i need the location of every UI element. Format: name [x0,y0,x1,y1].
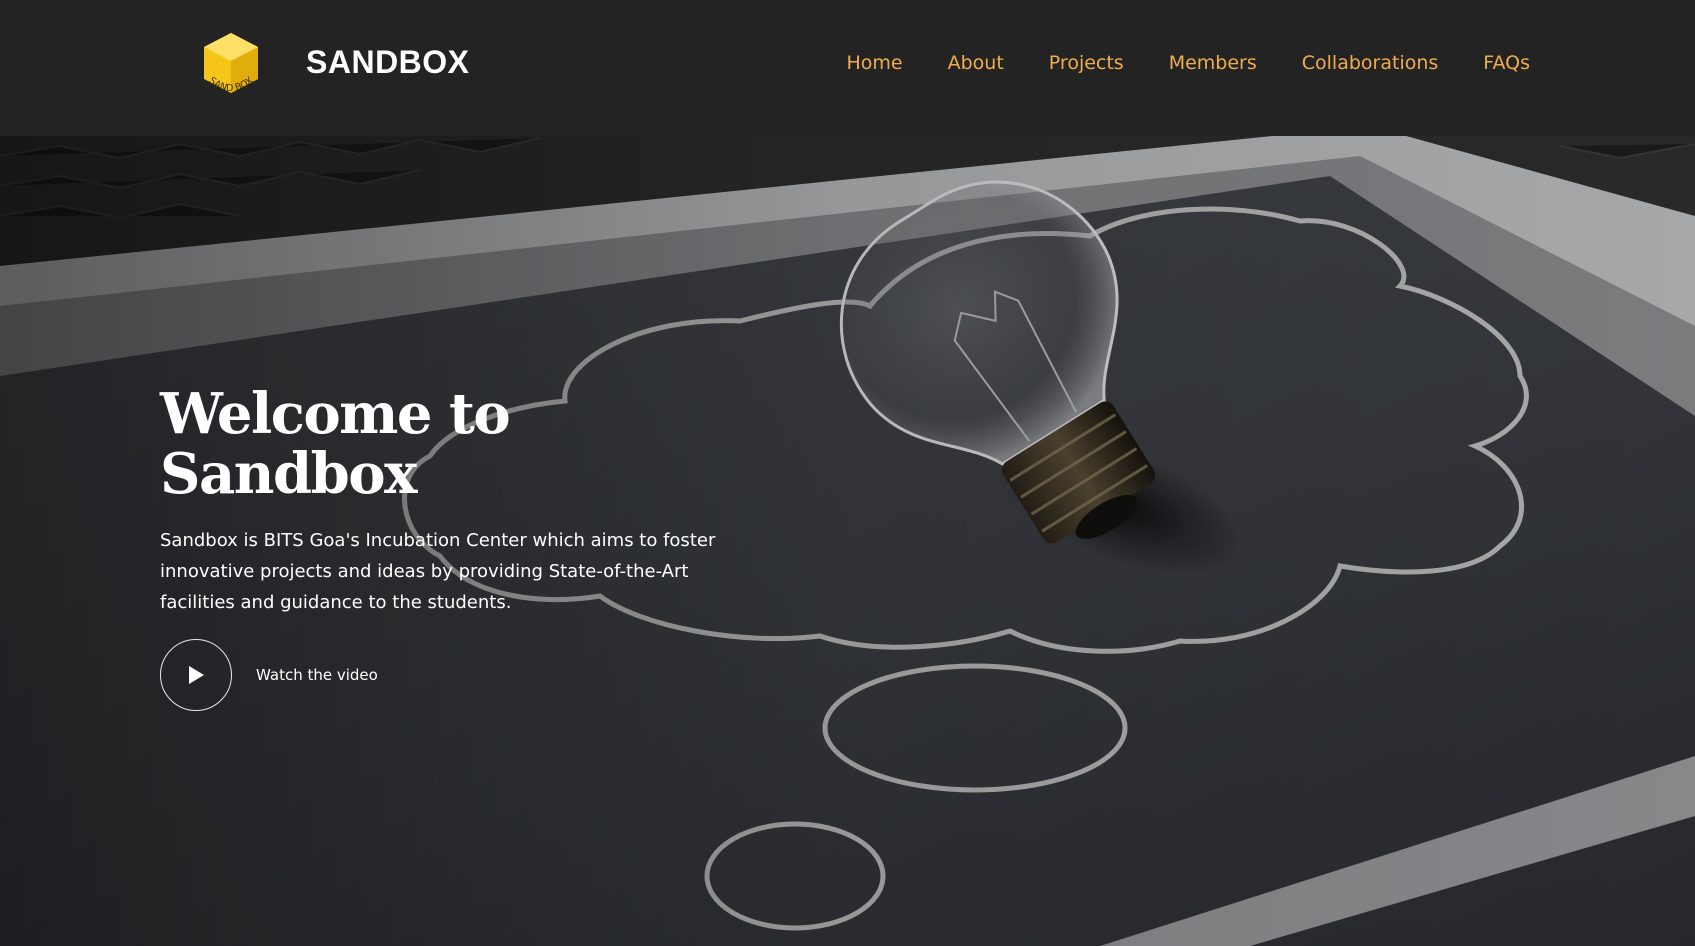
sandbox-logo[interactable]: SAND BOX [200,31,262,101]
nav-members[interactable]: Members [1169,52,1257,74]
hero-title-line1: Welcome to [160,381,511,447]
cube-logo-icon: SAND BOX [204,33,258,94]
hero-title-line2: Sandbox [160,441,418,507]
watch-video-label[interactable]: Watch the video [256,666,378,684]
nav-about[interactable]: About [948,52,1004,74]
nav-collaborations[interactable]: Collaborations [1302,52,1439,74]
nav-projects[interactable]: Projects [1049,52,1124,74]
play-icon [189,666,204,684]
nav-home[interactable]: Home [847,52,903,74]
nav-faqs[interactable]: FAQs [1483,52,1530,74]
hero-description: Sandbox is BITS Goa's Incubation Center … [160,530,716,613]
main-nav: Home About Projects Members Collaboratio… [847,52,1531,74]
watch-video-button[interactable] [160,639,232,711]
top-navbar: SAND BOX SANDBOX Home About Projects Mem… [0,0,1695,136]
brand-name[interactable]: SANDBOX [306,44,470,81]
hero-section: Welcome to Sandbox Sandbox is BITS Goa's… [0,136,1695,946]
hero-title: Welcome to Sandbox [160,384,580,504]
